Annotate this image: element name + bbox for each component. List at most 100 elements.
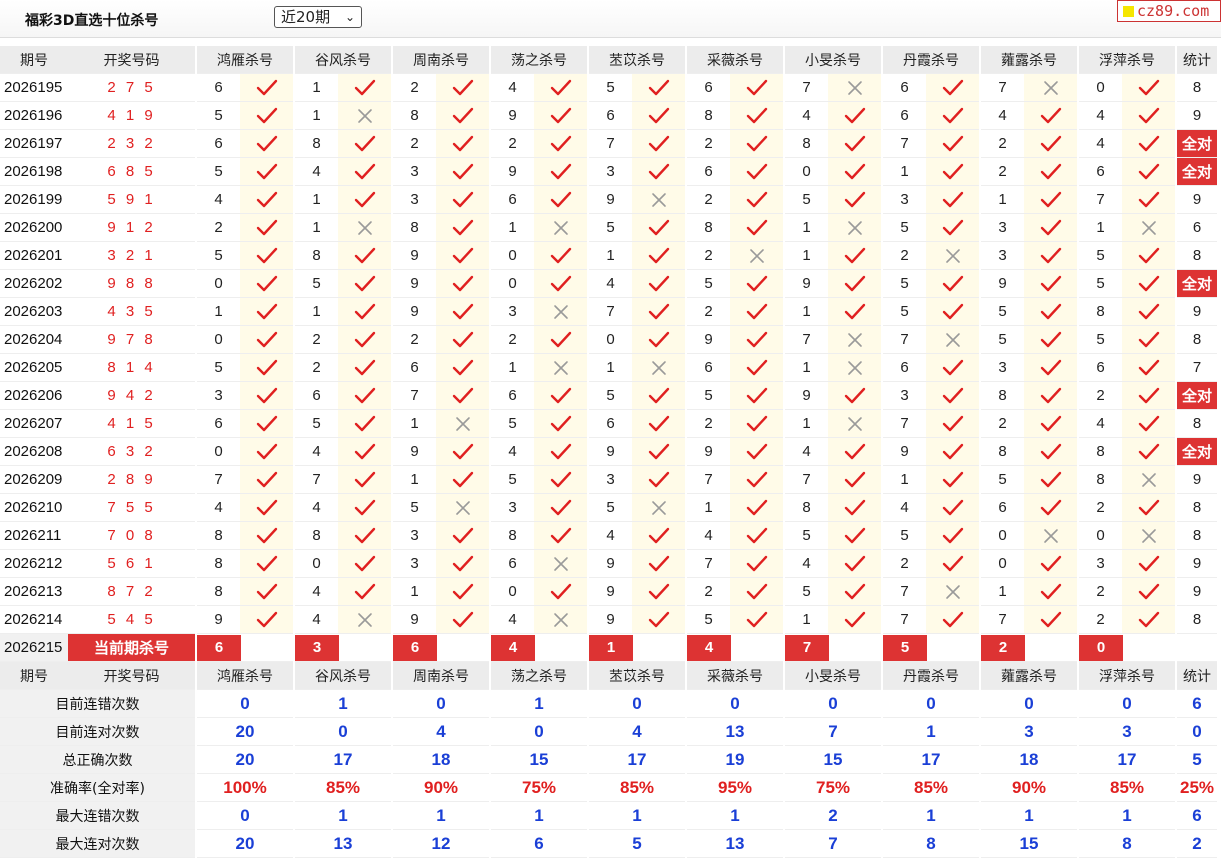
draw-number-cell: 5 4 5 [68,605,196,634]
count-cell: 全对 [1175,437,1217,466]
kill-value-cell: 6 [881,353,926,382]
result-cell [730,521,784,550]
kill-value-cell: 3 [979,213,1024,242]
check-icon [746,583,768,601]
result-cell [338,381,392,410]
column-header-method: 荡之杀号 [489,46,588,74]
kill-value-cell: 0 [1077,521,1122,550]
stats-row: 最大连错次数 0 1 1 1 1 1 2 1 1 1 6 [0,801,1217,830]
check-icon [452,583,474,601]
kill-value-cell: 2 [685,297,730,326]
cross-icon [354,219,376,237]
check-icon [942,359,964,377]
check-icon [942,163,964,181]
kill-value-cell: 8 [293,241,338,270]
draw-number-cell: 4 1 9 [68,101,196,130]
kill-value-cell: 0 [195,325,240,354]
kill-value-cell: 5 [685,269,730,298]
result-cell [632,521,686,550]
check-icon [1138,583,1160,601]
kill-value-cell: 5 [391,493,436,522]
kill-value-cell: 3 [391,549,436,578]
check-icon [354,135,376,153]
table-row: 2026195 2 7 561245676708 [0,73,1217,102]
stats-value: 1 [979,801,1078,830]
result-cell [1122,129,1176,158]
check-icon [1040,443,1062,461]
kill-value-cell: 1 [783,409,828,438]
kill-value-cell: 7 [293,465,338,494]
current-kill-cell: 0 [1077,633,1176,662]
check-icon [354,163,376,181]
kill-value-cell: 9 [489,157,534,186]
stats-value: 85% [881,773,980,802]
kill-value-cell: 1 [391,465,436,494]
result-cell [828,325,882,354]
draw-number-cell: 7 0 8 [68,521,196,550]
chevron-down-icon: ⌄ [344,10,355,24]
kill-value-cell: 8 [1077,465,1122,494]
stats-value: 7 [783,717,882,746]
check-icon [452,471,474,489]
result-cell [534,521,588,550]
check-icon [256,555,278,573]
check-icon [1040,191,1062,209]
stats-value: 0 [587,689,686,718]
check-icon [1040,499,1062,517]
check-icon [942,471,964,489]
result-cell [534,101,588,130]
kill-value-cell: 4 [489,605,534,634]
check-icon [844,135,866,153]
site-badge[interactable]: cz89.com [1117,0,1221,22]
kill-value-cell: 8 [391,101,436,130]
check-icon [746,443,768,461]
kill-value-cell: 2 [391,325,436,354]
cross-icon [942,247,964,265]
kill-value-cell: 0 [195,437,240,466]
result-cell [436,437,490,466]
check-icon [746,611,768,629]
kill-value-cell: 2 [489,129,534,158]
period-cell: 2026196 [0,101,68,130]
stats-label: 目前连错次数 [0,689,196,718]
result-cell [730,577,784,606]
kill-value-cell: 2 [685,241,730,270]
check-icon [1138,163,1160,181]
result-cell [436,101,490,130]
result-cell [632,73,686,102]
column-header-method: 蕹露杀号 [979,661,1078,690]
check-icon [1040,359,1062,377]
check-icon [746,135,768,153]
kill-value-cell: 6 [685,157,730,186]
check-icon [746,471,768,489]
current-kill-cell: 4 [685,633,784,662]
check-icon [746,555,768,573]
kill-value-cell: 9 [391,437,436,466]
result-cell [1024,521,1078,550]
check-icon [1138,443,1160,461]
result-cell [534,577,588,606]
cross-icon [452,415,474,433]
kill-value-cell: 9 [587,577,632,606]
period-cell: 2026209 [0,465,68,494]
kill-value-cell: 7 [881,325,926,354]
draw-number-cell: 8 7 2 [68,577,196,606]
period-select[interactable]: 近20期 ⌄ [274,6,362,28]
result-cell [436,409,490,438]
kill-value-cell: 1 [685,493,730,522]
kill-value-cell: 7 [783,465,828,494]
check-icon [746,415,768,433]
kill-value-cell: 8 [1077,297,1122,326]
result-cell [436,269,490,298]
result-cell [1122,549,1176,578]
column-header-method: 丹霞杀号 [881,46,980,74]
kill-value-cell: 0 [783,157,828,186]
stats-row: 最大连对次数 20 13 12 6 5 13 7 8 15 8 2 [0,829,1217,858]
kill-value-cell: 4 [881,493,926,522]
result-cell [534,465,588,494]
kill-value-cell: 8 [195,549,240,578]
result-cell [730,213,784,242]
count-cell: 8 [1175,409,1217,438]
kill-value-cell: 6 [195,409,240,438]
result-cell [1122,465,1176,494]
